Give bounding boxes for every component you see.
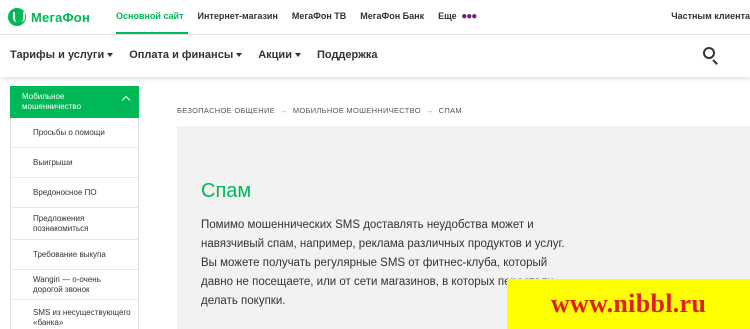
sidebar-item-label: Вредоносное ПО <box>33 187 97 197</box>
breadcrumb-arrow-icon: → <box>280 106 288 115</box>
nav-item-tariffs[interactable]: Тарифы и услуги <box>10 49 114 61</box>
main-nav-items: Тарифы и услуги Оплата и финансы Акции П… <box>10 49 394 61</box>
more-dots-icon: ●●● <box>461 11 477 22</box>
watermark-text: www.nibbl.ru <box>550 289 707 318</box>
breadcrumb-mobile-fraud[interactable]: МОБИЛЬНОЕ МОШЕННИЧЕСТВО <box>293 106 421 115</box>
search-icon-handle <box>712 59 718 65</box>
main-navigation: Тарифы и услуги Оплата и финансы Акции П… <box>0 35 750 77</box>
chevron-down-icon <box>236 53 243 58</box>
top-link-more[interactable]: Еще ●●● <box>438 11 477 22</box>
nav-item-label: Акции <box>258 49 292 61</box>
top-link-megafon-bank[interactable]: МегаФон Банк <box>360 11 424 22</box>
sidebar-item-dating-offers[interactable]: Предложения познакомиться <box>11 208 138 240</box>
breadcrumb-safe-communication[interactable]: БЕЗОПАСНОЕ ОБЩЕНИЕ <box>177 106 275 115</box>
private-clients-link[interactable]: Частным клиента <box>671 11 750 21</box>
sidebar-item-label: Предложения познакомиться <box>33 213 89 233</box>
megafon-logo-icon <box>8 8 26 26</box>
sidebar-item-help-requests[interactable]: Просьбы о помощи <box>11 118 138 148</box>
logo-text: МегаФон <box>31 9 90 25</box>
sidebar-item-wangiri[interactable]: Wangiri — о-очень дорогой звонок <box>11 270 138 300</box>
sidebar-item-label: Требование выкупа <box>33 249 106 259</box>
top-link-main-site[interactable]: Основной сайт <box>116 11 184 22</box>
top-utility-bar: МегаФон Основной сайт Интернет-магазин М… <box>0 0 750 34</box>
page-title: Спам <box>201 180 252 202</box>
sidebar-header-label: Мобильное мошенничество <box>22 92 82 111</box>
sidebar-item-label: Выигрыши <box>33 157 73 167</box>
sidebar-list: Просьбы о помощи Выигрыши Вредоносное ПО… <box>10 118 139 329</box>
sidebar-item-fake-bank-sms[interactable]: SMS из несуществующего «банка» <box>11 300 138 329</box>
top-link-more-label: Еще <box>438 11 457 21</box>
nav-item-label: Поддержка <box>316 49 378 61</box>
nav-item-promotions[interactable]: Акции <box>258 49 301 61</box>
nav-item-payments[interactable]: Оплата и финансы <box>129 49 243 61</box>
watermark-banner: www.nibbl.ru <box>507 279 750 329</box>
sidebar: Мобильное мошенничество Просьбы о помощи… <box>10 86 139 329</box>
sidebar-item-ransom[interactable]: Требование выкупа <box>11 240 138 270</box>
sidebar-header-mobile-fraud[interactable]: Мобильное мошенничество <box>10 86 139 118</box>
top-link-megafon-tv[interactable]: МегаФон ТВ <box>292 11 346 22</box>
breadcrumb-current-spam: СПАМ <box>438 106 462 115</box>
chevron-down-icon <box>107 53 114 58</box>
sidebar-item-winnings[interactable]: Выигрыши <box>11 148 138 178</box>
top-link-online-store[interactable]: Интернет-магазин <box>198 11 278 22</box>
search-icon[interactable] <box>703 47 719 65</box>
nav-item-support[interactable]: Поддержка <box>317 49 378 61</box>
nav-item-label: Тарифы и услуги <box>10 49 105 61</box>
sidebar-item-label: Просьбы о помощи <box>33 127 105 137</box>
chevron-up-icon <box>121 95 131 105</box>
top-links: Основной сайт Интернет-магазин МегаФон Т… <box>116 11 490 22</box>
nav-item-label: Оплата и финансы <box>129 49 234 61</box>
chevron-down-icon <box>294 53 301 58</box>
search-icon-ring <box>703 47 715 59</box>
sidebar-item-label: Wangiri — о-очень дорогой звонок <box>33 274 101 294</box>
sidebar-item-label: SMS из несуществующего «банка» <box>33 308 131 327</box>
breadcrumb-arrow-icon: → <box>425 106 434 115</box>
breadcrumb: БЕЗОПАСНОЕ ОБЩЕНИЕ → МОБИЛЬНОЕ МОШЕННИЧЕ… <box>177 106 462 115</box>
megafon-logo[interactable]: МегаФон <box>8 8 90 26</box>
sidebar-item-malware[interactable]: Вредоносное ПО <box>11 178 138 208</box>
